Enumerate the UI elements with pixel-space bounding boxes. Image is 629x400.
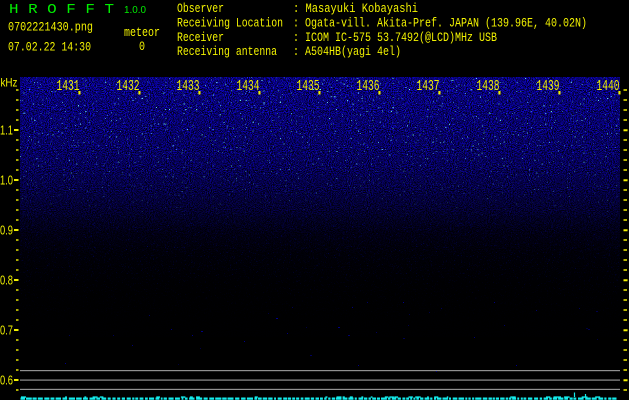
svg-text:0: 0 [139,39,145,54]
svg-text:1434: 1434 [237,78,260,95]
svg-text:Receiving Location: Receiving Location [177,15,283,30]
svg-text:07.02.22 14:30: 07.02.22 14:30 [8,39,91,54]
svg-text:0.9: 0.9 [0,223,13,237]
svg-text:1.0.0: 1.0.0 [124,4,146,16]
svg-text:1440: 1440 [597,78,620,95]
svg-text:1433: 1433 [177,78,200,95]
svg-text:meteor: meteor [124,25,160,40]
svg-text:0702221430.png: 0702221430.png [8,20,93,35]
svg-text:: Masayuki Kobayashi: : Masayuki Kobayashi [293,1,418,16]
svg-text:H R O F F T: H R O F F T [9,3,114,18]
svg-text:1438: 1438 [477,78,500,95]
svg-text:1432: 1432 [117,78,140,95]
svg-text:: A504HB(yagi 4el): : A504HB(yagi 4el) [293,44,401,59]
svg-text:0.6: 0.6 [0,373,13,387]
svg-text:: Ogata-vill. Akita-Pref. JAPA: : Ogata-vill. Akita-Pref. JAPAN (139.96E… [293,15,587,30]
svg-text:0.8: 0.8 [0,273,13,287]
svg-text:: ICOM IC-575 53.7492(@LCD)MHz: : ICOM IC-575 53.7492(@LCD)MHz USB [293,30,497,45]
svg-text:1437: 1437 [417,78,440,95]
svg-text:1431: 1431 [57,78,80,95]
svg-text:0.7: 0.7 [0,323,13,337]
svg-text:Receiving antenna: Receiving antenna [177,44,277,59]
svg-text:Receiver: Receiver [177,30,224,45]
svg-text:1435: 1435 [297,78,320,95]
svg-text:1436: 1436 [357,78,380,95]
svg-text:Observer: Observer [177,1,224,16]
svg-text:kHz: kHz [1,75,18,89]
svg-text:1439: 1439 [537,78,560,95]
svg-text:1.1: 1.1 [0,123,13,137]
svg-text:1.0: 1.0 [0,173,13,187]
